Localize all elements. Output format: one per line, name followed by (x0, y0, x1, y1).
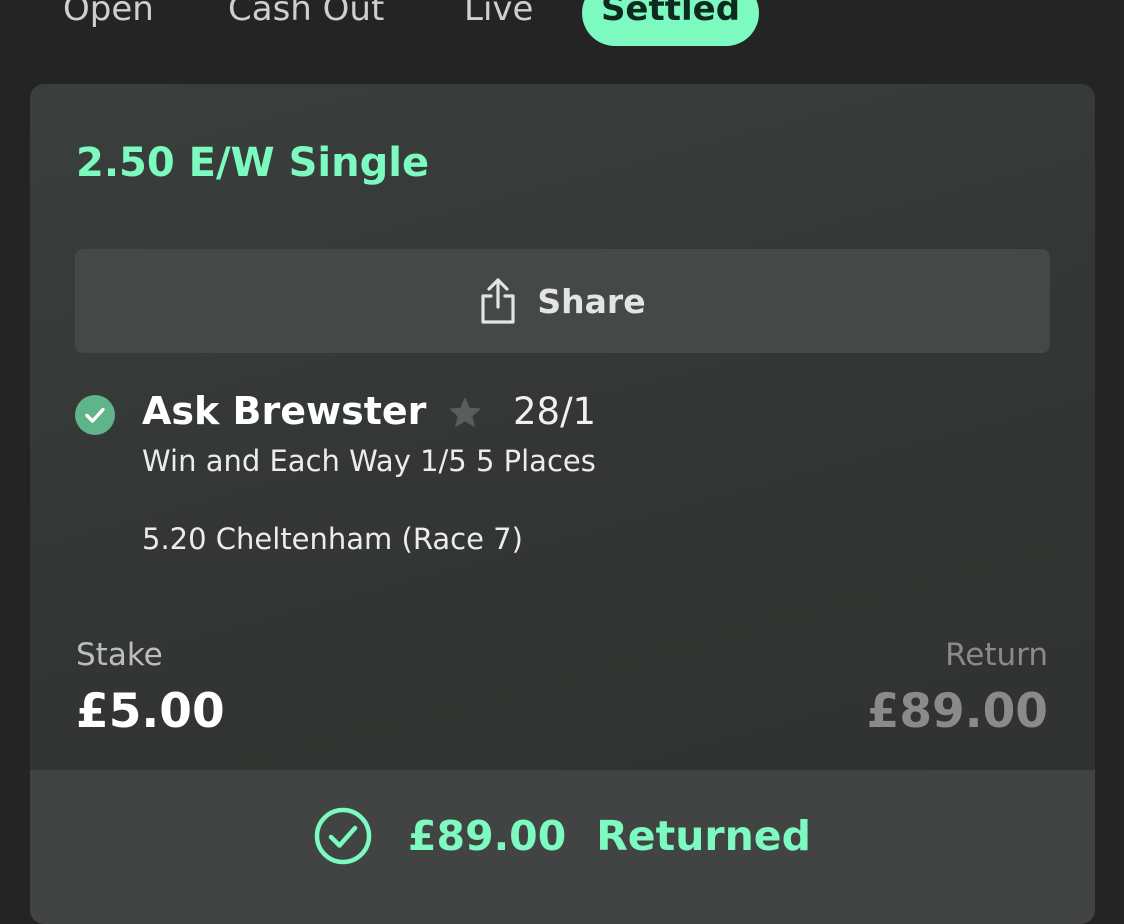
stake-label: Stake (76, 637, 163, 673)
tab-settled[interactable]: Settled (582, 0, 759, 46)
tab-cash-out[interactable]: Cash Out (228, 0, 384, 46)
return-label: Return (945, 637, 1048, 673)
selection-name: Ask Brewster (142, 389, 427, 433)
tab-open[interactable]: Open (63, 0, 154, 46)
returned-banner: £89.00 Returned (30, 770, 1095, 924)
returned-label: Returned (596, 812, 811, 860)
returned-check-icon (314, 807, 372, 865)
star-icon[interactable] (446, 394, 484, 432)
tab-live[interactable]: Live (464, 0, 533, 46)
selection-odds: 28/1 (513, 390, 597, 433)
market-description: Win and Each Way 1/5 5 Places (142, 444, 596, 478)
stake-value: £5.00 (76, 684, 225, 739)
return-value: £89.00 (866, 684, 1048, 739)
share-button[interactable]: Share (75, 249, 1050, 353)
check-circle-icon (75, 395, 115, 435)
bet-title: 2.50 E/W Single (76, 140, 430, 186)
share-label: Share (537, 281, 646, 321)
returned-amount: £89.00 (408, 812, 567, 860)
share-icon (481, 278, 516, 324)
event-description: 5.20 Cheltenham (Race 7) (142, 522, 523, 556)
checkmark-icon (85, 407, 105, 423)
bet-card: 2.50 E/W Single Share Ask Brewster 28/1 … (30, 84, 1095, 924)
bet-status-tabs: Open Cash Out Live Settled (0, 0, 1124, 46)
